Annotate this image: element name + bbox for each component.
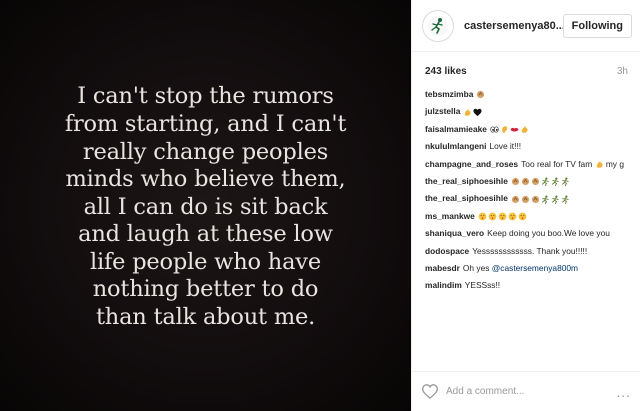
flexed-biceps-icon: [595, 160, 604, 169]
black-heart-icon: [473, 108, 482, 117]
quote-text: I can't stop the rumors from starting, a…: [64, 83, 347, 331]
runner-icon: [561, 177, 570, 187]
clap-icon: [531, 177, 540, 186]
comment-row: dodospace Yessssssssssss. Thank you!!!!!: [425, 246, 628, 257]
comment-row: mabesdr Oh yes @castersemenya800m: [425, 263, 628, 274]
clap-icon: [521, 195, 530, 204]
comment-username[interactable]: dodospace: [425, 246, 469, 256]
comment-mention[interactable]: @castersemenya800m: [492, 263, 578, 273]
comment-username[interactable]: faisalmamieake: [425, 124, 487, 134]
emoji-group: [511, 195, 570, 204]
comment-username[interactable]: shaniqua_vero: [425, 228, 484, 238]
avatar[interactable]: [422, 9, 454, 42]
clap-icon: [511, 177, 520, 186]
emoji-group: [511, 177, 570, 187]
instagram-post: I can't stop the rumors from starting, a…: [0, 0, 640, 411]
comment-text: Love it!!!: [489, 141, 522, 152]
comment-row: faisalmamieake: [425, 124, 628, 135]
kiss-face-icon: [498, 212, 507, 221]
comment-username[interactable]: the_real_siphoesihle: [425, 193, 508, 203]
lips-icon: [510, 125, 519, 134]
clap-icon: [521, 177, 530, 186]
comment-username[interactable]: nkululmlangeni: [425, 141, 486, 151]
comment-row: malindim YESSss!!: [425, 280, 628, 291]
likes-count[interactable]: 243 likes: [425, 66, 467, 77]
comment-row: the_real_siphoesihle: [425, 176, 628, 187]
eyes-icon: [490, 125, 499, 134]
comment-row: champagne_and_roses Too real for TV fam m…: [425, 159, 628, 170]
post-image[interactable]: I can't stop the rumors from starting, a…: [0, 0, 411, 411]
clap-icon: [531, 195, 540, 204]
flexed-biceps-icon: [520, 125, 529, 134]
post-meta: 243 likes 3h: [412, 52, 640, 85]
more-options-button[interactable]: ...: [616, 384, 631, 400]
emoji-group: [490, 125, 529, 134]
comment-list: tebsmzimba julzstella faisalmamieake nkulul…: [412, 85, 640, 291]
runner-icon: [541, 177, 550, 187]
comment-username[interactable]: the_real_siphoesihle: [425, 176, 508, 186]
runner-icon: [551, 195, 560, 204]
kiss-face-icon: [488, 212, 497, 221]
post-time[interactable]: 3h: [617, 66, 628, 77]
comment-username[interactable]: julzstella: [425, 106, 460, 116]
add-comment-input[interactable]: Add a comment...: [446, 386, 616, 397]
runner-icon: [551, 177, 560, 187]
comment-row: nkululmlangeni Love it!!!: [425, 141, 628, 152]
comment-footer: Add a comment... ...: [412, 371, 640, 411]
kiss-face-icon: [508, 212, 517, 221]
comment-row: ms_mankwe: [425, 211, 628, 222]
comment-username[interactable]: champagne_and_roses: [425, 159, 518, 169]
emoji-group: [478, 212, 527, 221]
emoji-group: [463, 108, 482, 117]
kiss-face-icon: [518, 212, 527, 221]
comment-row: shaniqua_vero Keep doing you boo.We love …: [425, 228, 628, 239]
ear-icon: [500, 125, 509, 134]
comment-text: Keep doing you boo.We love you: [487, 228, 610, 239]
comment-username[interactable]: tebsmzimba: [425, 89, 473, 99]
clap-icon: [476, 90, 485, 99]
runner-icon: [561, 195, 570, 204]
comment-text: Too real for TV fam: [521, 158, 595, 169]
comment-text: my g: [603, 158, 624, 169]
comment-row: the_real_siphoesihle: [425, 193, 628, 204]
comment-row: julzstella: [425, 106, 628, 117]
following-button[interactable]: Following: [562, 13, 632, 38]
comment-text: Yessssssssssss. Thank you!!!!!: [472, 245, 588, 256]
flexed-biceps-icon: [463, 108, 472, 117]
emoji-group: [476, 90, 485, 99]
runner-icon: [541, 195, 550, 204]
comment-username[interactable]: ms_mankwe: [425, 211, 475, 221]
comment-text: Oh yes: [462, 262, 492, 273]
post-username[interactable]: castersemenya80...: [464, 20, 563, 32]
comment-row: tebsmzimba: [425, 89, 628, 100]
post-sidebar: castersemenya80... Following 243 likes 3…: [411, 0, 640, 411]
runner-logo-icon: [428, 15, 448, 36]
emoji-group: [595, 160, 604, 169]
comment-username[interactable]: mabesdr: [425, 263, 460, 273]
clap-icon: [511, 195, 520, 204]
comment-text: YESSss!!: [464, 280, 501, 291]
kiss-face-icon: [478, 212, 487, 221]
heart-icon[interactable]: [422, 384, 438, 399]
post-header: castersemenya80... Following: [412, 0, 640, 52]
comment-username[interactable]: malindim: [425, 280, 462, 290]
